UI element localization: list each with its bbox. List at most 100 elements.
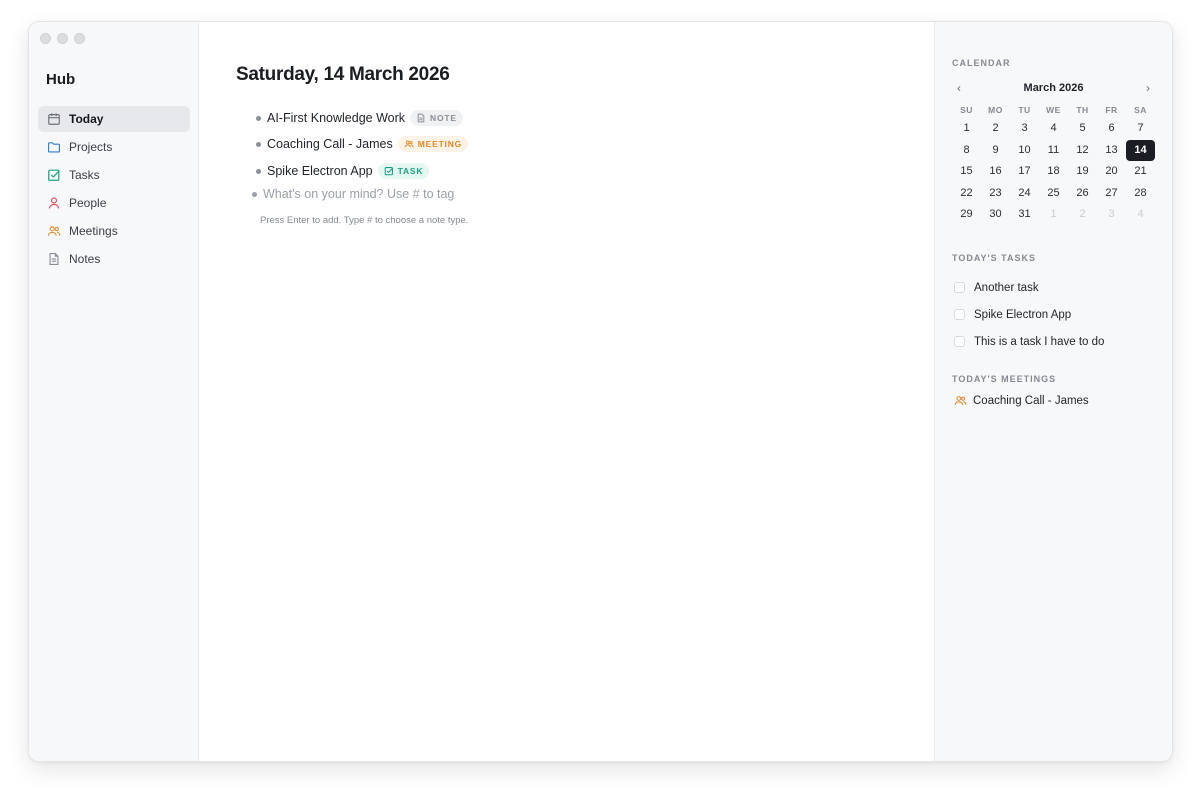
task-item: Another task [954, 274, 1104, 301]
calendar-day[interactable]: 16 [981, 161, 1010, 183]
checkbox-icon [384, 167, 393, 176]
calendar-day[interactable]: 4 [1039, 118, 1068, 140]
compose-input[interactable] [263, 187, 643, 201]
calendar-icon [48, 113, 60, 125]
calendar-day[interactable]: 25 [1039, 183, 1068, 205]
calendar-day-next-month[interactable]: 3 [1097, 204, 1126, 226]
calendar-day-next-month[interactable]: 4 [1126, 204, 1155, 226]
calendar-day[interactable]: 20 [1097, 161, 1126, 183]
calendar-day[interactable]: 30 [981, 204, 1010, 226]
calendar-day-next-month[interactable]: 2 [1068, 204, 1097, 226]
sidebar-item-today[interactable]: Today [38, 106, 190, 132]
task-checkbox[interactable] [954, 282, 965, 293]
tasks-heading: TODAY'S TASKS [952, 253, 1036, 263]
page-title: Saturday, 14 March 2026 [236, 64, 450, 85]
main-content: Saturday, 14 March 2026 AI-First Knowled… [199, 22, 934, 761]
task-item: This is a task I have to do [954, 328, 1104, 355]
list-item[interactable]: AI-First Knowledge Work NOTE [256, 106, 468, 130]
calendar-day[interactable]: 1 [952, 118, 981, 140]
calendar-day[interactable]: 22 [952, 183, 981, 205]
window-controls [40, 33, 85, 44]
calendar-day[interactable]: 12 [1068, 140, 1097, 162]
calendar-day[interactable]: 15 [952, 161, 981, 183]
bullet [256, 115, 261, 121]
task-checkbox[interactable] [954, 309, 965, 320]
weekday-label: TH [1076, 105, 1089, 115]
folder-icon [48, 142, 60, 153]
task-label: This is a task I have to do [974, 335, 1105, 348]
entry-text: AI-First Knowledge Work [267, 111, 406, 125]
calendar-day[interactable]: 27 [1097, 183, 1126, 205]
bullet [256, 141, 261, 147]
sidebar: Hub Today Projects Tasks People Meetings… [29, 22, 199, 761]
right-panel: CALENDAR ‹ March 2026 › SU MO TU WE TH F… [934, 22, 1172, 761]
calendar-day[interactable]: 7 [1126, 118, 1155, 140]
calendar-day[interactable]: 24 [1010, 183, 1039, 205]
sidebar-item-people[interactable]: People [38, 190, 190, 216]
calendar-day[interactable]: 5 [1068, 118, 1097, 140]
tag-label: MEETING [417, 139, 463, 149]
sidebar-item-label: People [69, 196, 107, 210]
calendar-day[interactable]: 8 [952, 140, 981, 162]
task-checkbox[interactable] [954, 336, 965, 347]
calendar-day[interactable]: 21 [1126, 161, 1155, 183]
calendar-day[interactable]: 2 [981, 118, 1010, 140]
weekday-label: FR [1105, 105, 1118, 115]
sidebar-nav: Today Projects Tasks People Meetings Not… [38, 106, 190, 274]
sidebar-item-label: Meetings [69, 224, 118, 238]
entry-text: Coaching Call - James [267, 137, 393, 151]
minimize-window-button[interactable] [57, 33, 68, 44]
calendar-heading: CALENDAR [952, 58, 1011, 68]
calendar-day[interactable]: 23 [981, 183, 1010, 205]
app-title: Hub [46, 71, 76, 88]
close-window-button[interactable] [40, 33, 51, 44]
calendar-day[interactable]: 13 [1097, 140, 1126, 162]
bullet [252, 191, 257, 197]
sidebar-item-meetings[interactable]: Meetings [38, 218, 190, 244]
calendar-header: ‹ March 2026 › [952, 80, 1155, 96]
calendar-month: March 2026 [1023, 82, 1084, 94]
meeting-tag-badge: MEETING [397, 136, 469, 152]
sidebar-item-projects[interactable]: Projects [38, 134, 190, 160]
calendar-day[interactable]: 11 [1039, 140, 1068, 162]
calendar-grid: SU MO TU WE TH FR SA 1 2 3 4 5 6 7 8 9 1… [952, 102, 1155, 226]
calendar-day[interactable]: 18 [1039, 161, 1068, 183]
sidebar-item-label: Notes [69, 252, 101, 266]
calendar-day-selected[interactable]: 14 [1126, 139, 1155, 161]
checkbox-icon [48, 169, 60, 181]
calendar-day[interactable]: 6 [1097, 118, 1126, 140]
calendar-day[interactable]: 26 [1068, 183, 1097, 205]
people-icon [954, 396, 967, 406]
sidebar-item-notes[interactable]: Notes [38, 246, 190, 272]
weekday-label: MO [988, 105, 1003, 115]
maximize-window-button[interactable] [74, 33, 85, 44]
calendar-day[interactable]: 19 [1068, 161, 1097, 183]
sidebar-item-label: Tasks [69, 168, 100, 182]
calendar-day[interactable]: 10 [1010, 140, 1039, 162]
document-icon [49, 253, 59, 265]
calendar-day[interactable]: 31 [1010, 204, 1039, 226]
document-icon [417, 113, 425, 123]
calendar-day[interactable]: 9 [981, 140, 1010, 162]
list-item[interactable]: Spike Electron App TASK [256, 159, 468, 183]
task-tag-badge: TASK [377, 163, 430, 179]
calendar-day[interactable]: 17 [1010, 161, 1039, 183]
calendar-day-next-month[interactable]: 1 [1039, 204, 1068, 226]
sidebar-item-tasks[interactable]: Tasks [38, 162, 190, 188]
entry-list: AI-First Knowledge Work NOTE Coaching Ca… [256, 106, 469, 185]
calendar-day[interactable]: 3 [1010, 118, 1039, 140]
calendar-day[interactable]: 29 [952, 204, 981, 226]
next-month-button[interactable]: › [1141, 81, 1155, 95]
task-list: Another task Spike Electron App This is … [954, 274, 1104, 355]
prev-month-button[interactable]: ‹ [952, 81, 966, 95]
calendar-day[interactable]: 28 [1126, 183, 1155, 205]
meeting-item[interactable]: Coaching Call - James [954, 394, 1089, 407]
task-item: Spike Electron App [954, 301, 1104, 328]
sidebar-item-label: Projects [69, 140, 113, 154]
weekday-label: SU [960, 105, 973, 115]
weekday-label: TU [1018, 105, 1031, 115]
sidebar-item-label: Today [69, 112, 104, 126]
bullet [256, 168, 261, 174]
list-item[interactable]: Coaching Call - James MEETING [256, 132, 469, 156]
tag-label: NOTE [430, 113, 457, 123]
